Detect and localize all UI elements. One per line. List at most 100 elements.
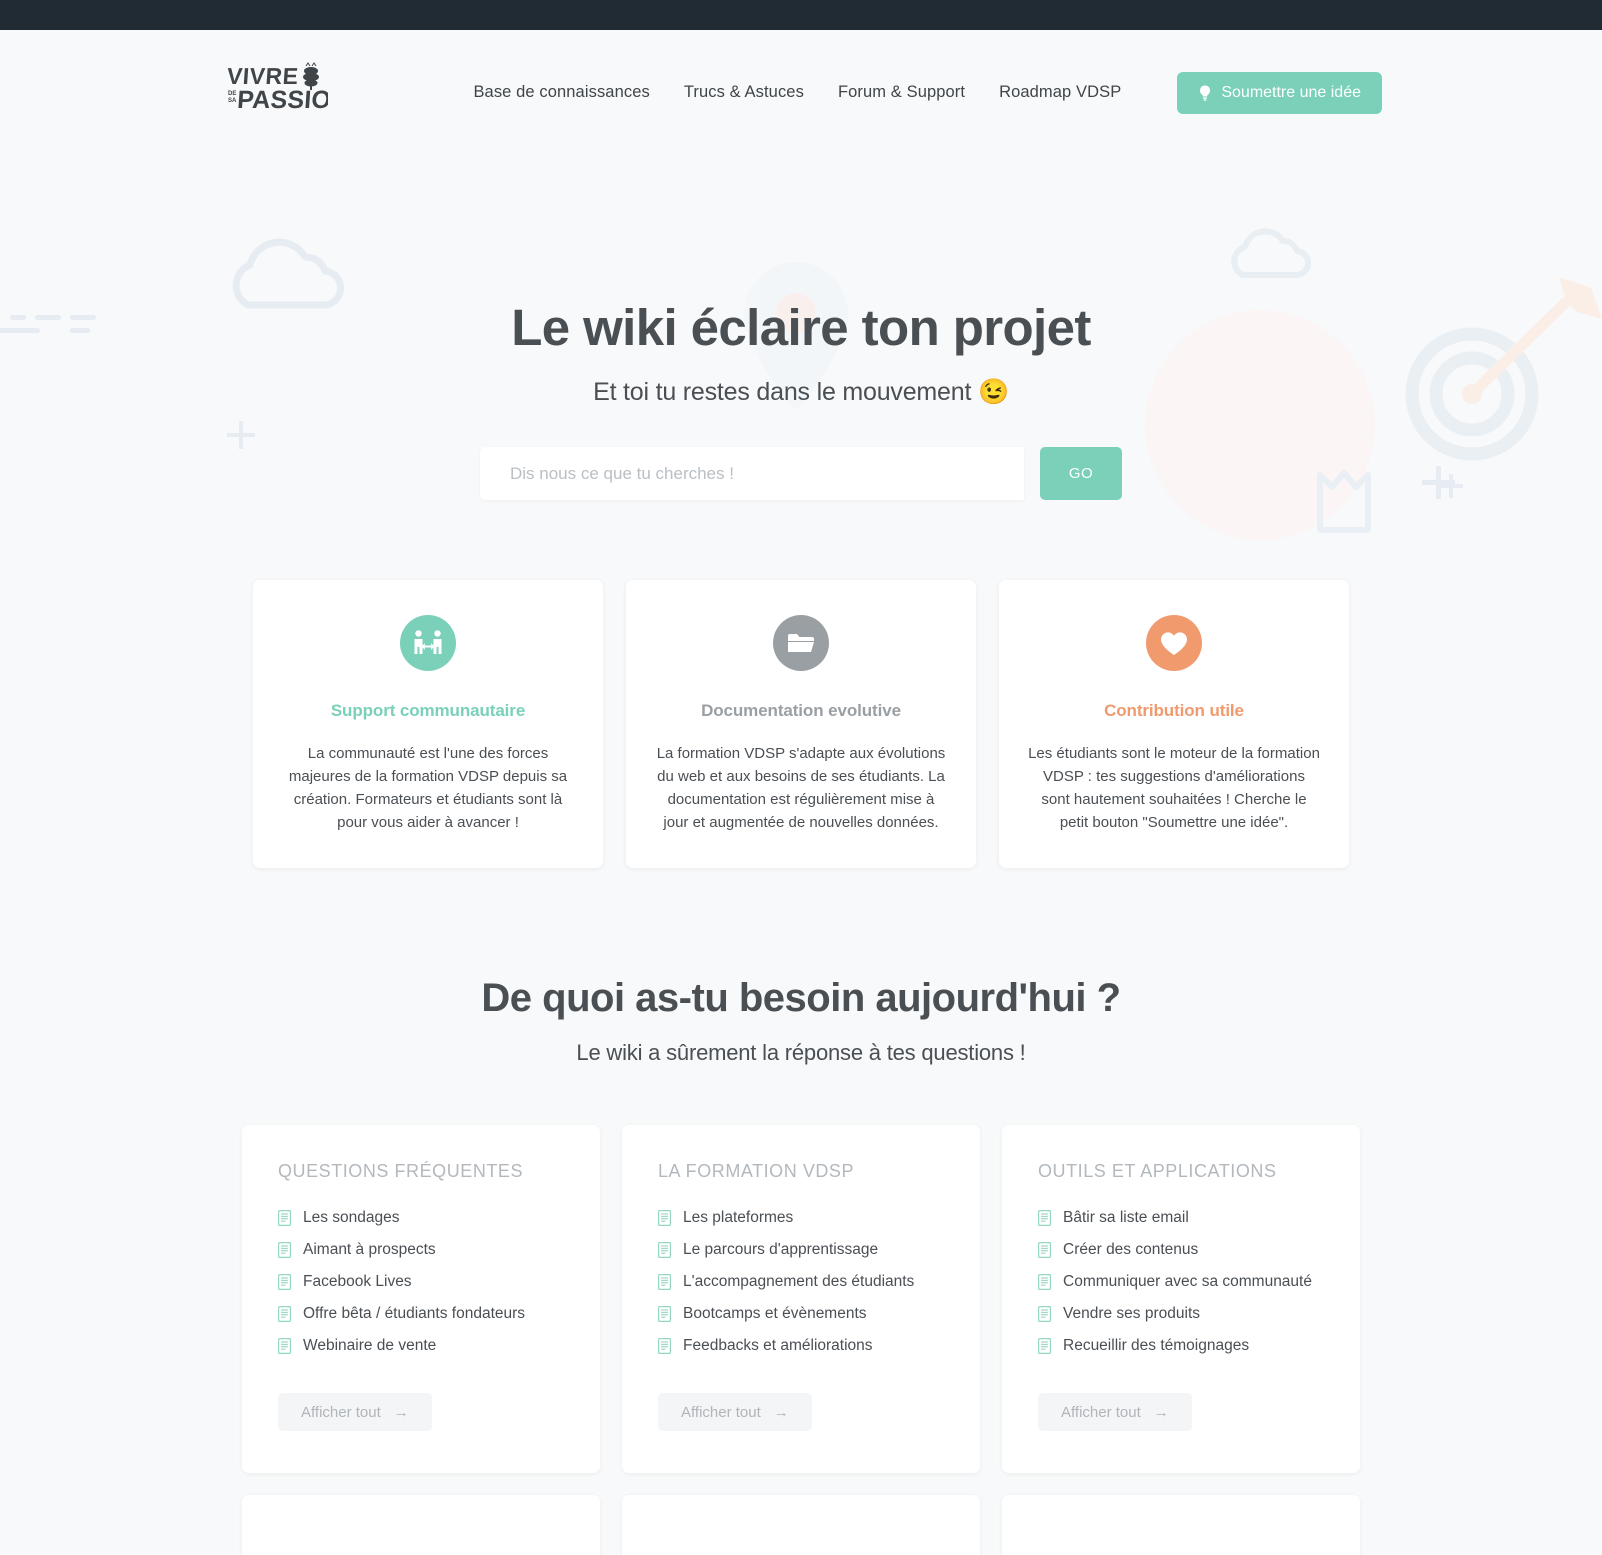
list-item[interactable]: Bootcamps et évènements <box>658 1305 944 1323</box>
needs-section-subtitle: Le wiki a sûrement la réponse à tes ques… <box>576 1040 1026 1066</box>
list-item-label: Les plateformes <box>683 1209 794 1227</box>
category-card-outils-et-applications: OUTILS ET APPLICATIONS Bâtir sa liste em… <box>1002 1125 1360 1474</box>
category-list: Bâtir sa liste email Créer des contenus … <box>1038 1209 1324 1355</box>
hero-subtitle: Et toi tu restes dans le mouvement 😉 <box>593 378 1009 407</box>
svg-text:SA: SA <box>228 98 237 104</box>
document-icon <box>658 1274 671 1291</box>
submit-idea-button[interactable]: Soumettre une idée <box>1177 71 1382 114</box>
list-item-label: Aimant à prospects <box>303 1241 436 1259</box>
category-card-partial <box>622 1495 980 1555</box>
arrow-right-icon: → <box>1153 1403 1169 1421</box>
nav-item-trucs-astuces[interactable]: Trucs & Astuces <box>667 83 821 102</box>
list-item-label: Communiquer avec sa communauté <box>1063 1273 1312 1291</box>
site-logo[interactable]: VIVRE DE SA PASSION <box>226 61 350 124</box>
heart-icon-circle <box>1146 615 1202 672</box>
list-item[interactable]: Les sondages <box>278 1209 564 1227</box>
document-icon <box>278 1242 291 1259</box>
category-card-la-formation-vdsp: LA FORMATION VDSP Les plateformes Le par… <box>622 1125 980 1474</box>
show-all-label: Afficher tout <box>681 1403 761 1421</box>
category-list: Les plateformes Le parcours d'apprentiss… <box>658 1209 944 1355</box>
arrow-right-icon: → <box>393 1403 409 1421</box>
document-icon <box>278 1210 291 1227</box>
list-item[interactable]: Créer des contenus <box>1038 1241 1324 1259</box>
category-list: Les sondages Aimant à prospects Facebook… <box>278 1209 564 1355</box>
document-icon <box>658 1338 671 1355</box>
document-icon <box>1038 1338 1051 1355</box>
list-item[interactable]: Feedbacks et améliorations <box>658 1337 944 1355</box>
search-go-button[interactable]: GO <box>1040 447 1122 501</box>
category-card-partial <box>1002 1495 1360 1555</box>
document-icon <box>278 1274 291 1291</box>
list-item[interactable]: Vendre ses produits <box>1038 1305 1324 1323</box>
hero-section: Le wiki éclaire ton projet Et toi tu res… <box>0 155 1602 501</box>
feature-cards-row: Support communautaire La communauté est … <box>0 580 1602 869</box>
document-icon <box>278 1338 291 1355</box>
category-title: OUTILS ET APPLICATIONS <box>1038 1161 1277 1182</box>
list-item-label: Créer des contenus <box>1063 1241 1199 1259</box>
top-dark-bar <box>0 0 1602 30</box>
list-item[interactable]: Recueillir des témoignages <box>1038 1337 1324 1355</box>
arrow-right-icon: → <box>773 1403 789 1421</box>
document-icon <box>1038 1210 1051 1227</box>
show-all-button[interactable]: Afficher tout → <box>658 1393 812 1432</box>
category-cards-row: QUESTIONS FRÉQUENTES Les sondages Aimant… <box>0 1125 1602 1474</box>
feature-title-contribution: Contribution utile <box>1104 701 1244 721</box>
feature-title-documentation: Documentation evolutive <box>701 701 901 721</box>
folder-icon <box>788 634 814 653</box>
list-item[interactable]: Webinaire de vente <box>278 1337 564 1355</box>
submit-idea-label: Soumettre une idée <box>1221 83 1361 101</box>
feature-text-documentation: La formation VDSP s'adapte aux évolution… <box>656 745 946 832</box>
list-item[interactable]: Communiquer avec sa communauté <box>1038 1273 1324 1291</box>
document-icon <box>658 1210 671 1227</box>
document-icon <box>658 1306 671 1323</box>
show-all-button[interactable]: Afficher tout → <box>278 1393 432 1432</box>
list-item[interactable]: Les plateformes <box>658 1209 944 1227</box>
search-bar: GO <box>480 447 1122 501</box>
page-title: Le wiki éclaire ton projet <box>511 299 1091 356</box>
nav-item-base-de-connaissances[interactable]: Base de connaissances <box>456 83 666 102</box>
list-item-label: Feedbacks et améliorations <box>683 1337 873 1355</box>
people-handshake-icon <box>414 630 442 655</box>
search-input[interactable] <box>480 447 1024 501</box>
needs-section-title: De quoi as-tu besoin aujourd'hui ? <box>481 976 1121 1021</box>
svg-text:DE: DE <box>228 91 236 97</box>
list-item[interactable]: L'accompagnement des étudiants <box>658 1273 944 1291</box>
list-item[interactable]: Facebook Lives <box>278 1273 564 1291</box>
heart-icon <box>1161 631 1187 655</box>
category-title: QUESTIONS FRÉQUENTES <box>278 1161 524 1182</box>
site-header: VIVRE DE SA PASSION Base de connaissance… <box>0 30 1602 155</box>
list-item-label: L'accompagnement des étudiants <box>683 1273 915 1291</box>
list-item-label: Offre bêta / étudiants fondateurs <box>303 1305 526 1323</box>
needs-section: De quoi as-tu besoin aujourd'hui ? Le wi… <box>0 976 1602 1555</box>
feature-title-support: Support communautaire <box>330 701 526 721</box>
nav-item-roadmap-vdsp[interactable]: Roadmap VDSP <box>982 83 1138 102</box>
feature-text-support: La communauté est l'une des forces majeu… <box>288 745 568 832</box>
list-item-label: Le parcours d'apprentissage <box>683 1241 879 1259</box>
folder-icon-circle <box>773 615 829 672</box>
svg-text:PASSION: PASSION <box>236 86 328 114</box>
show-all-button[interactable]: Afficher tout → <box>1038 1393 1192 1432</box>
show-all-label: Afficher tout <box>301 1403 381 1421</box>
document-icon <box>1038 1242 1051 1259</box>
category-title: LA FORMATION VDSP <box>658 1161 855 1182</box>
list-item-label: Vendre ses produits <box>1063 1305 1201 1323</box>
list-item[interactable]: Offre bêta / étudiants fondateurs <box>278 1305 564 1323</box>
nav-item-forum-support[interactable]: Forum & Support <box>821 83 982 102</box>
category-card-questions-frequentes: QUESTIONS FRÉQUENTES Les sondages Aimant… <box>242 1125 600 1474</box>
list-item-label: Facebook Lives <box>303 1273 412 1291</box>
category-card-partial <box>242 1495 600 1555</box>
list-item[interactable]: Aimant à prospects <box>278 1241 564 1259</box>
document-icon <box>278 1306 291 1323</box>
list-item-label: Webinaire de vente <box>303 1337 437 1355</box>
lightbulb-icon <box>1198 85 1212 101</box>
list-item-label: Recueillir des témoignages <box>1063 1337 1250 1355</box>
document-icon <box>1038 1274 1051 1291</box>
list-item[interactable]: Le parcours d'apprentissage <box>658 1241 944 1259</box>
next-category-row-partial <box>0 1495 1602 1555</box>
list-item[interactable]: Bâtir sa liste email <box>1038 1209 1324 1227</box>
list-item-label: Les sondages <box>303 1209 400 1227</box>
show-all-label: Afficher tout <box>1061 1403 1141 1421</box>
list-item-label: Bâtir sa liste email <box>1063 1209 1189 1227</box>
document-icon <box>658 1242 671 1259</box>
list-item-label: Bootcamps et évènements <box>683 1305 867 1323</box>
